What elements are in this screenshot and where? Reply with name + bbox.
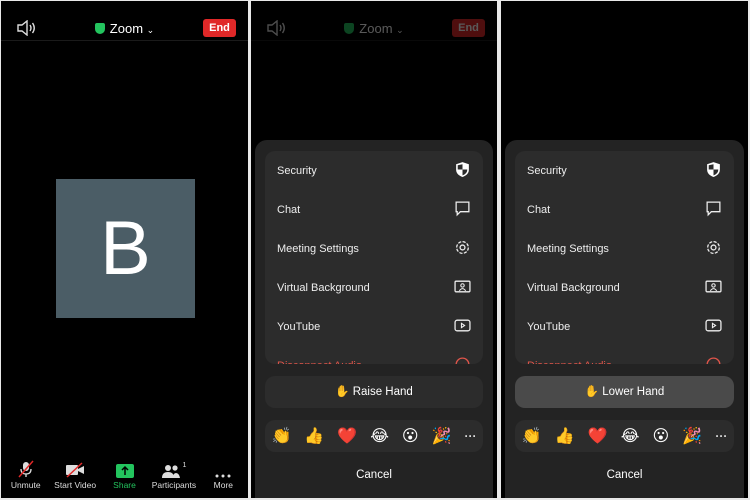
menu-item-youtube[interactable]: YouTube: [265, 307, 483, 346]
reaction-thumbs-up-button[interactable]: 👍: [555, 426, 575, 446]
menu-item-label: Meeting Settings: [527, 242, 609, 255]
toolbar-start-video-button[interactable]: Start Video: [50, 458, 99, 498]
toolbar-label: Share: [113, 480, 136, 490]
reaction-more-icon[interactable]: ···: [464, 429, 476, 443]
reaction-more-icon[interactable]: ···: [715, 429, 727, 443]
menu-item-label: Chat: [277, 203, 301, 216]
reaction-tada-button[interactable]: 🎉: [682, 426, 702, 446]
meeting-toolbar: Unmute Start Video Share 1 Participants More: [1, 458, 248, 498]
toolbar-label: Unmute: [10, 480, 41, 490]
menu-item-disconnect-audio[interactable]: Disconnect Audio: [265, 346, 483, 364]
end-button[interactable]: End: [203, 19, 236, 37]
reaction-heart-button[interactable]: ❤️: [588, 426, 608, 446]
more-actions-sheet: Security Chat Meeting Settings Virtual Back…: [505, 140, 744, 498]
more-menu-list[interactable]: Security Chat Meeting Settings Virtual Back…: [515, 151, 734, 364]
more-actions-sheet: Security Chat Meeting Settings Virtual Back…: [255, 140, 493, 498]
toolbar-label: Start Video: [54, 480, 97, 490]
reaction-joy-button[interactable]: 😂: [621, 426, 640, 446]
chat-icon: [454, 200, 471, 220]
end-button: End: [452, 19, 485, 37]
menu-item-label: Virtual Background: [527, 281, 620, 294]
menu-item-meeting-settings[interactable]: Meeting Settings: [515, 229, 734, 268]
menu-item-label: YouTube: [527, 320, 571, 333]
chevron-down-icon: ⌄: [146, 25, 155, 35]
toolbar-more-button[interactable]: More: [199, 458, 248, 498]
reaction-heart-button[interactable]: ❤️: [337, 426, 357, 446]
more-menu-list[interactable]: Security Chat Meeting Settings Virtual Back…: [265, 151, 483, 364]
youtube-icon: [705, 317, 722, 337]
menu-item-chat[interactable]: Chat: [515, 190, 734, 229]
menu-item-youtube[interactable]: YouTube: [515, 307, 734, 346]
menu-item-label: Disconnect Audio: [527, 360, 612, 365]
reaction-surprised-button[interactable]: 😮: [653, 426, 670, 446]
reaction-surprised-button[interactable]: 😮: [402, 426, 419, 446]
shield-icon: [454, 161, 471, 181]
meeting-title: Zoom: [359, 21, 393, 36]
reaction-clap-button[interactable]: 👏: [522, 426, 542, 446]
menu-item-chat[interactable]: Chat: [265, 190, 483, 229]
menu-item-label: YouTube: [277, 320, 321, 333]
menu-item-label: Chat: [527, 203, 551, 216]
reaction-thumbs-up-button[interactable]: 👍: [304, 426, 324, 446]
disconnect-audio-icon: [705, 356, 722, 364]
encryption-shield-icon: [344, 23, 355, 34]
meeting-title: Zoom: [109, 21, 144, 36]
menu-item-label: Meeting Settings: [277, 242, 359, 255]
mic-muted-icon: [1, 458, 50, 480]
menu-item-virtual-background[interactable]: Virtual Background: [515, 268, 734, 307]
cancel-button[interactable]: Cancel: [255, 469, 493, 481]
reactions-bar: 👏 👍 ❤️ 😂 😮 🎉 ···: [515, 420, 734, 452]
top-bar: Zoom ⌄ End: [251, 1, 497, 41]
menu-item-disconnect-audio[interactable]: Disconnect Audio: [515, 346, 734, 364]
chat-icon: [705, 200, 722, 220]
participant-count-badge: 1: [182, 462, 187, 469]
meeting-screen: Zoom ⌄ End B Unmute Start Video Share 1 Part…: [1, 1, 248, 498]
video-off-icon: [50, 458, 99, 480]
menu-item-meeting-settings[interactable]: Meeting Settings: [265, 229, 483, 268]
menu-item-label: Disconnect Audio: [277, 360, 362, 365]
disconnect-audio-icon: [454, 356, 471, 364]
menu-item-label: Security: [527, 164, 567, 177]
toolbar-share-button[interactable]: Share: [100, 458, 149, 498]
youtube-icon: [454, 317, 471, 337]
cancel-button[interactable]: Cancel: [505, 469, 744, 481]
raise-hand-button[interactable]: ✋ Raise Hand: [265, 376, 483, 408]
menu-item-security[interactable]: Security: [265, 151, 483, 190]
more-icon: [199, 458, 248, 480]
gear-icon: [454, 239, 471, 259]
toolbar-unmute-button[interactable]: Unmute: [1, 458, 50, 498]
toolbar-label: Participants: [151, 480, 197, 490]
encryption-shield-icon: [94, 23, 105, 34]
toolbar-participants-button[interactable]: 1 Participants: [149, 458, 198, 498]
shield-icon: [705, 161, 722, 181]
virtual-background-icon: [705, 278, 722, 298]
share-icon: [100, 458, 149, 480]
toolbar-label: More: [213, 480, 234, 490]
lower-hand-button[interactable]: ✋ Lower Hand: [515, 376, 734, 408]
menu-item-security[interactable]: Security: [515, 151, 734, 190]
reaction-clap-button[interactable]: 👏: [271, 426, 291, 446]
virtual-background-icon: [454, 278, 471, 298]
avatar: B: [56, 179, 195, 318]
more-menu-screen-raise: Zoom ⌄ End Security Chat Meeting Settings V…: [251, 1, 497, 498]
chevron-down-icon: ⌄: [396, 25, 404, 35]
participants-icon: 1: [149, 458, 198, 480]
more-menu-screen-lower: Security Chat Meeting Settings Virtual Back…: [501, 1, 748, 498]
menu-item-label: Security: [277, 164, 317, 177]
menu-item-virtual-background[interactable]: Virtual Background: [265, 268, 483, 307]
menu-item-label: Virtual Background: [277, 281, 370, 294]
reaction-joy-button[interactable]: 😂: [370, 426, 389, 446]
top-bar: Zoom ⌄ End: [1, 1, 248, 41]
reaction-tada-button[interactable]: 🎉: [432, 426, 452, 446]
gear-icon: [705, 239, 722, 259]
reactions-bar: 👏 👍 ❤️ 😂 😮 🎉 ···: [265, 420, 483, 452]
